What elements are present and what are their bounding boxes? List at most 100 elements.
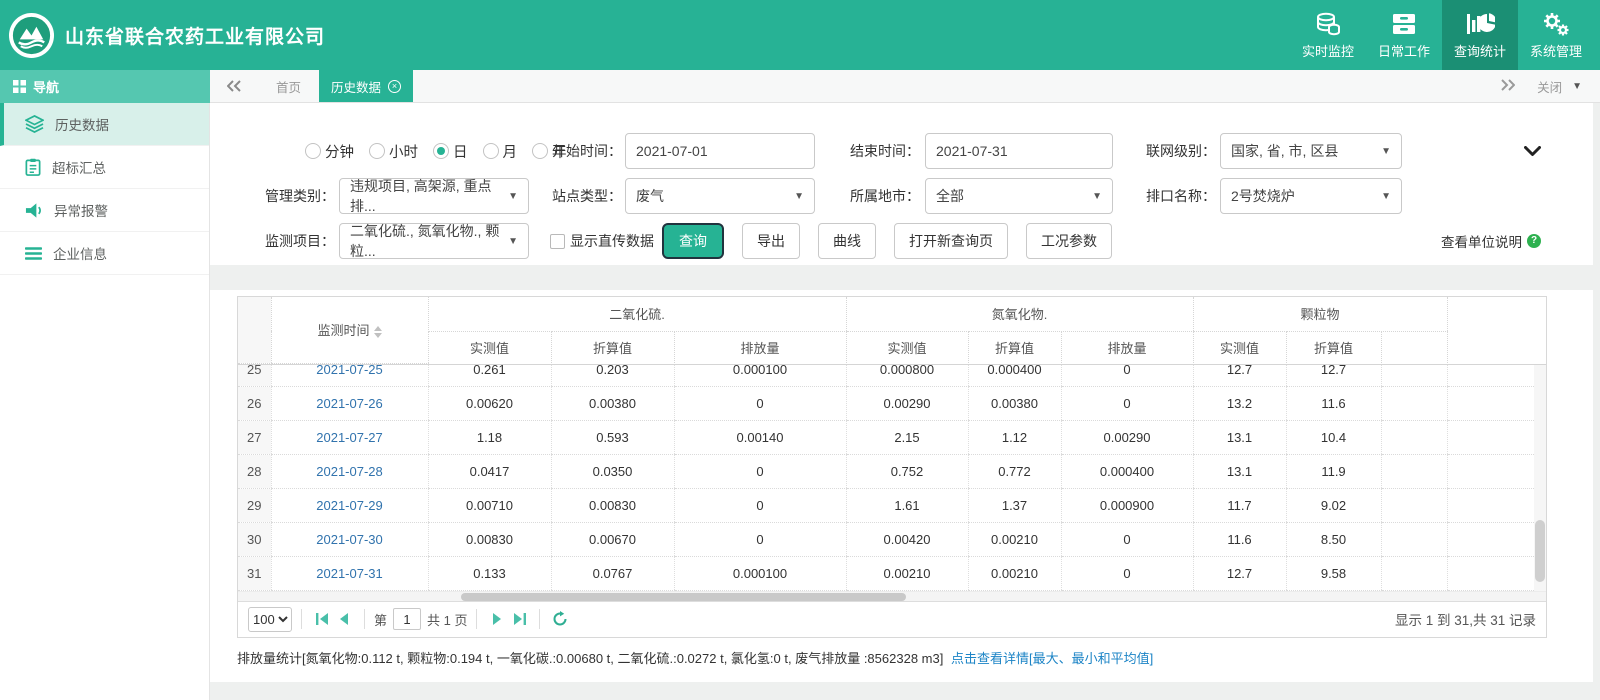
curve-button[interactable]: 曲线 bbox=[818, 223, 876, 259]
nav-daily-work[interactable]: 日常工作 bbox=[1366, 0, 1442, 70]
date-link[interactable]: 2021-07-27 bbox=[316, 430, 383, 445]
value-cell: 0 bbox=[1060, 386, 1193, 421]
outlet-name-select[interactable]: 2号焚烧炉 ▼ bbox=[1220, 178, 1402, 214]
network-level-select[interactable]: 国家, 省, 市, 区县 ▼ bbox=[1220, 133, 1402, 169]
date-link[interactable]: 2021-07-31 bbox=[316, 566, 383, 581]
unit-help-link[interactable]: 查看单位说明 ? bbox=[1441, 223, 1541, 259]
date-link[interactable]: 2021-07-26 bbox=[316, 396, 383, 411]
gears-icon bbox=[1544, 13, 1569, 36]
table-row: 29 2021-07-29 0.00710 0.00830 0 1.61 1.37 0.000… bbox=[238, 488, 1534, 523]
value-cell: 9.58 bbox=[1285, 556, 1381, 591]
radio-label: 日 bbox=[453, 144, 468, 161]
end-time-label: 结束时间： bbox=[850, 143, 920, 159]
filler-header bbox=[1446, 297, 1535, 363]
value-cell: 13.1 bbox=[1192, 420, 1286, 455]
filter-row-2: 管理类别： 违规项目, 高架源, 重点排... ▼ 站点类型： 废气 ▼ 所属地市：… bbox=[210, 178, 1593, 214]
tabs-scroll-right-icon[interactable] bbox=[1501, 78, 1516, 94]
sidebar-item-abnormal-alarm[interactable]: 异常报警 bbox=[0, 189, 209, 232]
value-cell: 11.7 bbox=[1192, 488, 1286, 523]
date-link[interactable]: 2021-07-28 bbox=[316, 464, 383, 479]
tab-home[interactable]: 首页 bbox=[258, 70, 319, 102]
time-column-header[interactable]: 监测时间 bbox=[270, 297, 428, 364]
summary-line: 排放量统计[氮氧化物:0.112 t, 颗粒物:0.194 t, 一氧化碳.:0… bbox=[237, 648, 1547, 667]
value-cell: 1.18 bbox=[427, 420, 551, 455]
radio-day[interactable]: 日 bbox=[433, 141, 468, 162]
condition-params-button[interactable]: 工况参数 bbox=[1026, 223, 1112, 259]
network-level-value: 国家, 省, 市, 区县 bbox=[1231, 143, 1339, 159]
nav-realtime-monitoring[interactable]: 实时监控 bbox=[1290, 0, 1366, 70]
monitor-items-value: 二氧化硫., 氮氧化物., 颗粒... bbox=[350, 223, 500, 259]
start-time-label: 开始时间： bbox=[552, 143, 622, 159]
table-row: 31 2021-07-31 0.133 0.0767 0.000100 0.00210 0.… bbox=[238, 556, 1534, 591]
first-page-button[interactable] bbox=[311, 608, 333, 630]
nav-item-label: 系统管理 bbox=[1529, 44, 1582, 59]
query-button[interactable]: 查询 bbox=[662, 223, 724, 259]
tab-close-icon[interactable]: × bbox=[388, 79, 402, 93]
date-link[interactable]: 2021-07-25 bbox=[316, 365, 383, 377]
tab-history-data[interactable]: 历史数据 × bbox=[319, 70, 414, 102]
city-select[interactable]: 全部 ▼ bbox=[925, 178, 1113, 214]
nav-query-statistics[interactable]: 查询统计 bbox=[1442, 0, 1518, 70]
value-cell: 0.000100 bbox=[673, 364, 846, 387]
date-cell: 2021-07-31 bbox=[270, 556, 428, 591]
panel-gap bbox=[210, 265, 1600, 290]
mgmt-category-select[interactable]: 违规项目, 高架源, 重点排... ▼ bbox=[339, 178, 529, 214]
export-button[interactable]: 导出 bbox=[742, 223, 800, 259]
radio-hour[interactable]: 小时 bbox=[369, 141, 418, 162]
nav-item-label: 查询统计 bbox=[1453, 44, 1506, 59]
archive-icon bbox=[1393, 14, 1415, 34]
empty-cell bbox=[1380, 364, 1447, 387]
sub-header: 排放量 bbox=[1060, 331, 1193, 363]
monitor-items-select[interactable]: 二氧化硫., 氮氧化物., 颗粒... ▼ bbox=[339, 223, 529, 259]
value-cell: 0 bbox=[673, 454, 846, 489]
empty-cell bbox=[1380, 556, 1447, 591]
value-cell: 11.6 bbox=[1285, 386, 1381, 421]
value-cell: 0.00620 bbox=[427, 386, 551, 421]
value-cell: 12.7 bbox=[1192, 556, 1286, 591]
value-cell: 0.00210 bbox=[845, 556, 968, 591]
start-time-input[interactable]: 2021-07-01 bbox=[625, 133, 815, 169]
new-query-page-button[interactable]: 打开新查询页 bbox=[894, 223, 1008, 259]
nav-system-management[interactable]: 系统管理 bbox=[1518, 0, 1594, 70]
horizontal-scrollbar bbox=[238, 590, 1546, 601]
date-link[interactable]: 2021-07-29 bbox=[316, 498, 383, 513]
unit-help-label: 查看单位说明 bbox=[1441, 235, 1522, 250]
horizontal-scrollbar-thumb[interactable] bbox=[461, 592, 906, 601]
page-number-input[interactable] bbox=[393, 608, 422, 630]
last-page-button[interactable] bbox=[508, 608, 530, 630]
sidebar-item-enterprise-info[interactable]: 企业信息 bbox=[0, 232, 209, 275]
radio-circle-icon bbox=[433, 143, 449, 159]
filler-cell bbox=[1446, 364, 1534, 387]
refresh-button[interactable] bbox=[549, 608, 571, 630]
vertical-scrollbar-thumb[interactable] bbox=[1535, 519, 1545, 582]
sidebar-item-exceedance-summary[interactable]: 超标汇总 bbox=[0, 146, 209, 189]
radio-label: 月 bbox=[502, 144, 518, 161]
tabs-scroll-left-icon[interactable] bbox=[210, 70, 258, 102]
value-cell: 0 bbox=[673, 386, 846, 421]
sub-header: 实测值 bbox=[427, 331, 551, 363]
empty-cell bbox=[1380, 522, 1447, 557]
station-type-select[interactable]: 废气 ▼ bbox=[625, 178, 815, 214]
main-content: 分钟 小时 日 月 年 开始时间： 2021-07-01 结束时间： 2021-… bbox=[210, 103, 1600, 700]
question-circle-icon: ? bbox=[1527, 234, 1541, 248]
direct-data-checkbox[interactable] bbox=[550, 233, 565, 249]
value-cell: 0.000400 bbox=[1060, 454, 1193, 489]
page-prefix-label: 第 bbox=[374, 612, 388, 628]
radio-month[interactable]: 月 bbox=[482, 141, 518, 162]
collapse-panel-chevron-icon[interactable] bbox=[1524, 133, 1541, 169]
value-cell: 2.15 bbox=[845, 420, 968, 455]
date-link[interactable]: 2021-07-30 bbox=[316, 532, 383, 547]
sidebar-item-history-data[interactable]: 历史数据 bbox=[0, 103, 209, 146]
radio-minute[interactable]: 分钟 bbox=[305, 141, 354, 162]
grid-icon bbox=[13, 80, 26, 93]
grid-header: 监测时间 二氧化硫. 氮氧化物. 颗粒物 实测值 折算值 排放量 实测值 折算值 排放量实… bbox=[238, 297, 1546, 365]
next-page-button[interactable] bbox=[486, 608, 508, 630]
sort-icon[interactable] bbox=[373, 325, 382, 338]
end-time-input[interactable]: 2021-07-31 bbox=[925, 133, 1113, 169]
close-tabs-menu[interactable]: 关闭 ▼ bbox=[1537, 77, 1582, 96]
summary-detail-link[interactable]: 点击查看详情[最大、最小和平均值] bbox=[951, 651, 1153, 666]
page-size-select[interactable]: 100 bbox=[248, 606, 292, 632]
top-header: 山东省联合农药工业有限公司 实时监控 日常工作 查询统计 系统管理 bbox=[0, 0, 1600, 70]
radio-circle-icon bbox=[305, 143, 321, 159]
prev-page-button[interactable] bbox=[333, 608, 355, 630]
